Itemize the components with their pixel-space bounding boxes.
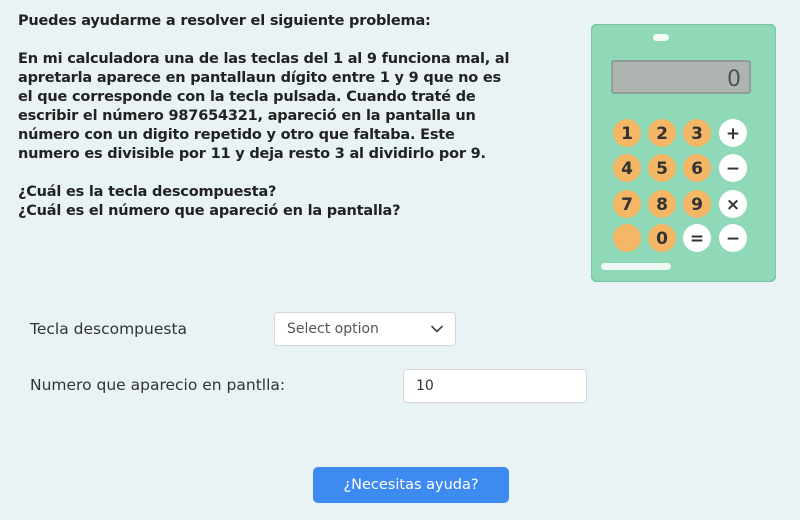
calculator-key-label: 1 [621,124,633,144]
calculator-key-label: 7 [621,195,633,215]
displayed-number-label: Numero que aparecio en pantlla: [30,376,286,394]
calculator-key-label: 8 [656,195,668,215]
calculator-display-value: 0 [727,67,741,92]
help-button[interactable]: ¿Necesitas ayuda? [313,467,509,503]
problem-line: el que corresponde con la tecla pulsada.… [18,89,476,105]
calculator-key-label: 0 [656,229,668,249]
displayed-number-input[interactable] [403,369,587,403]
problem-line: escribir el número 987654321, apareció e… [18,108,476,124]
calculator-key-label: − [726,159,740,179]
calculator-key-label: 6 [691,159,703,179]
question-broken-key: ¿Cuál es la tecla descompuesta? [18,184,277,200]
calculator-key-label: 3 [691,124,703,144]
calculator-illustration: 0 1 2 3 +4 5 6 − 7 8 9 × 0 = − [591,24,776,282]
calculator-number-key [613,224,641,252]
calculator-key-label: × [726,195,740,215]
calculator-key-label: = [690,229,704,249]
problem-title: Puedes ayudarme a resolver el siguiente … [18,13,431,29]
problem-line: apretarla aparece en pantallaun dígito e… [18,70,501,86]
question-displayed-number: ¿Cuál es el número que apareció en la pa… [18,203,401,219]
calculator-key-label: − [726,229,740,249]
problem-line: número con un digito repetido y otro que… [18,127,455,143]
problem-statement: Puedes ayudarme a resolver el siguiente … [18,12,558,221]
broken-key-select-value: Select option [287,321,379,337]
calculator-key-label: 2 [656,124,668,144]
calculator-key-label: 9 [691,195,703,215]
problem-line: En mi calculadora una de las teclas del … [18,51,510,67]
broken-key-label: Tecla descompuesta [30,320,188,338]
problem-line: numero es divisible por 11 y deja resto … [18,146,486,162]
calculator-key-label: 5 [656,159,668,179]
calculator-key-label: + [726,124,740,144]
calculator-key-label: 4 [621,159,633,179]
chevron-down-icon [431,325,443,333]
broken-key-select[interactable]: Select option [274,312,456,346]
